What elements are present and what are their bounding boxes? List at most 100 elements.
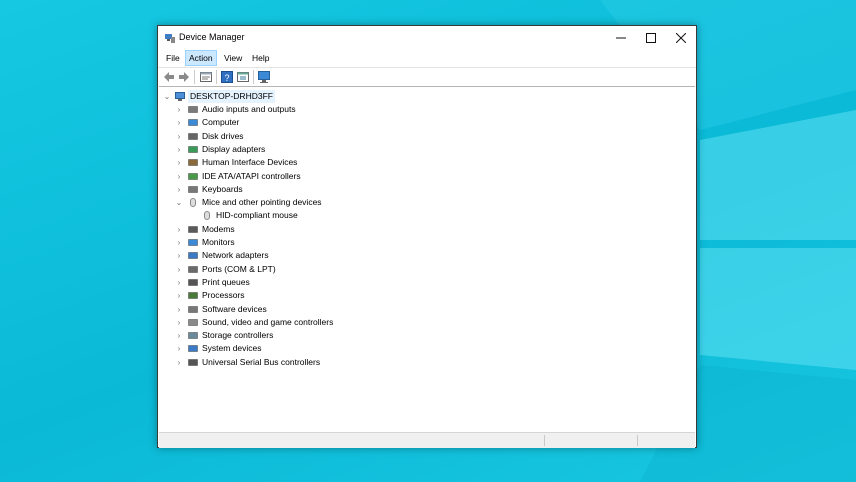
software-device-icon [188,305,198,313]
status-divider [544,435,545,446]
category-label: Audio inputs and outputs [202,104,296,114]
title-bar[interactable]: Device Manager [158,26,696,50]
category-label: Processors [202,290,245,301]
category-label: Human Interface Devices [202,157,298,168]
category-item[interactable]: › Disk drives [159,130,559,143]
category-label: Computer [202,117,240,128]
chevron-right-icon[interactable]: › [175,289,183,302]
chevron-down-icon[interactable]: ⌄ [163,90,171,103]
category-label: Network adapters [202,250,269,261]
tree-root-node[interactable]: ⌄ DESKTOP-DRHD3FF [159,90,359,103]
port-icon [188,265,198,273]
category-item[interactable]: › Processors [159,289,559,302]
usb-icon [188,358,198,366]
chevron-right-icon[interactable]: › [175,156,183,169]
category-item[interactable]: › Audio inputs and outputs [159,103,559,116]
menu-action[interactable]: Action [185,50,217,66]
network-adapter-icon [188,252,198,260]
back-icon[interactable] [162,70,176,84]
device-manager-app-icon [165,34,175,43]
disk-drive-icon [188,132,198,140]
category-item[interactable]: › System devices [159,342,559,355]
category-label: Disk drives [202,130,244,141]
chevron-right-icon[interactable]: › [175,356,183,369]
chevron-right-icon[interactable]: › [175,143,183,156]
chevron-right-icon[interactable]: › [175,183,183,196]
category-item[interactable]: › Ports (COM & LPT) [159,263,559,276]
chevron-right-icon[interactable]: › [175,236,183,249]
system-device-icon [188,345,198,353]
mouse-icon [190,198,196,208]
category-item[interactable]: › Modems [159,223,559,236]
chevron-right-icon[interactable]: › [175,303,183,316]
category-item[interactable]: › Computer [159,116,559,129]
chevron-right-icon[interactable]: › [175,170,183,183]
chevron-right-icon[interactable]: › [175,223,183,236]
close-button[interactable] [666,26,696,50]
minimize-button[interactable] [606,26,636,50]
category-item[interactable]: › Display adapters [159,143,559,156]
chevron-right-icon[interactable]: › [175,276,183,289]
chevron-down-icon[interactable]: ⌄ [175,196,183,209]
chevron-right-icon[interactable]: › [175,329,183,342]
update-driver-icon[interactable] [236,70,250,84]
category-item[interactable]: › Human Interface Devices [159,156,559,169]
category-label: Universal Serial Bus controllers [202,356,321,367]
menu-help[interactable]: Help [249,51,272,65]
help-icon[interactable]: ? [220,70,234,84]
category-item[interactable]: ⌄ Mice and other pointing devices [159,196,559,209]
category-label: Software devices [202,303,267,314]
properties-icon[interactable] [199,70,213,84]
svg-text:?: ? [224,73,229,83]
device-item[interactable]: HID-compliant mouse [159,209,559,222]
hid-icon [188,159,198,166]
device-tree[interactable]: ⌄ DESKTOP-DRHD3FF › Audio inputs and outp… [159,86,695,433]
category-item[interactable]: › Storage controllers [159,329,559,342]
forward-icon[interactable] [177,70,191,84]
category-item[interactable]: › Print queues [159,276,559,289]
category-item[interactable]: › Keyboards [159,183,559,196]
category-label: Modems [202,223,235,234]
keyboard-icon [188,186,198,193]
display-adapter-icon [188,146,198,153]
category-item[interactable]: › Network adapters [159,249,559,262]
monitor-icon [188,119,198,127]
chevron-right-icon[interactable]: › [175,316,183,329]
window-title: Device Manager [179,32,245,42]
toolbar-separator [253,70,254,84]
menu-file[interactable]: File [163,51,183,65]
status-divider [637,435,638,446]
status-bar [159,432,695,448]
processor-icon [188,292,198,299]
scan-hardware-icon[interactable] [257,70,271,84]
maximize-icon [646,33,656,43]
sound-controller-icon [188,319,198,326]
device-label: HID-compliant mouse [216,210,298,221]
category-item[interactable]: › IDE ATA/ATAPI controllers [159,170,559,183]
maximize-button[interactable] [636,26,666,50]
category-label: Monitors [202,237,235,247]
computer-icon [175,92,185,101]
chevron-right-icon[interactable]: › [175,342,183,355]
computer-name-label: DESKTOP-DRHD3FF [188,90,275,103]
menu-view[interactable]: View [221,51,245,65]
chevron-right-icon[interactable]: › [175,263,183,276]
mouse-icon [204,211,210,221]
chevron-right-icon[interactable]: › [175,130,183,143]
chevron-right-icon[interactable]: › [175,249,183,262]
category-label: IDE ATA/ATAPI controllers [202,170,301,181]
category-item[interactable]: › Sound, video and game controllers [159,316,559,329]
category-item[interactable]: › Monitors [159,236,559,249]
toolbar-separator [194,70,195,84]
category-label: System devices [202,343,262,354]
category-label: Print queues [202,276,250,287]
category-label: Storage controllers [202,330,274,341]
chevron-right-icon[interactable]: › [175,116,183,129]
storage-controller-icon [188,332,198,339]
speaker-icon [188,106,198,113]
chevron-right-icon[interactable]: › [175,103,183,116]
toolbar-separator [216,70,217,84]
category-label: Keyboards [202,183,243,194]
category-item[interactable]: › Software devices [159,303,559,316]
category-item[interactable]: › Universal Serial Bus controllers [159,356,559,369]
